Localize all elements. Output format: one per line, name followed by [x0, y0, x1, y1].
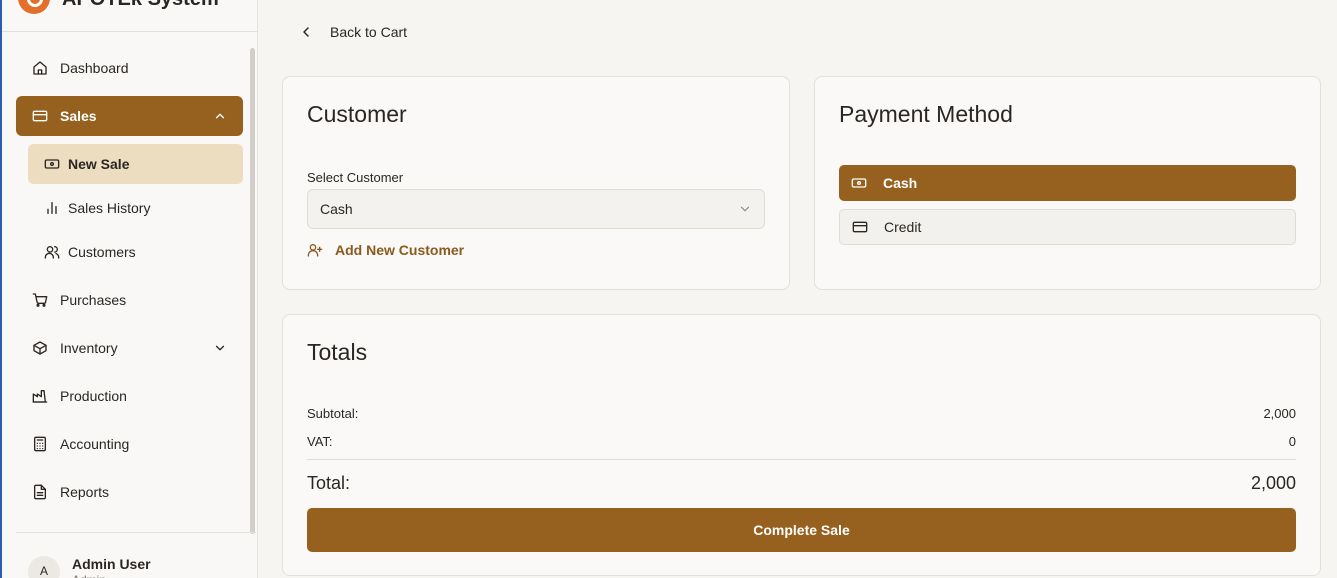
vat-value: 0 [1288, 434, 1296, 449]
banknote-icon [44, 159, 60, 169]
back-to-cart-link[interactable]: Back to Cart [298, 22, 407, 42]
divider [307, 459, 1296, 460]
customer-select-value: Cash [320, 201, 353, 217]
sidebar-subitem-label: Sales History [68, 200, 151, 216]
credit-card-icon [32, 110, 48, 122]
sidebar-item-purchases[interactable]: Purchases [16, 280, 243, 320]
chevron-down-icon [740, 206, 750, 212]
payment-cash-label: Cash [883, 175, 918, 191]
payment-credit-label: Credit [884, 219, 922, 235]
subtotal-value: 2,000 [1263, 406, 1296, 421]
sidebar-item-production[interactable]: Production [16, 376, 243, 416]
sidebar-item-label: Production [60, 388, 127, 404]
vat-label: VAT: [307, 434, 333, 449]
users-icon [44, 246, 60, 259]
home-icon [33, 61, 47, 75]
customer-card-title: Customer [307, 101, 407, 127]
total-value: 2,000 [1250, 473, 1296, 493]
factory-icon [32, 390, 48, 403]
payment-method-card: Payment Method Cash Credit [814, 76, 1321, 290]
customer-select[interactable]: Cash [307, 189, 765, 229]
chevron-up-icon[interactable] [213, 109, 227, 123]
vat-row: VAT: 0 [307, 434, 1296, 449]
add-new-customer-button[interactable]: Add New Customer [307, 242, 464, 258]
sidebar-subitem-sales-history[interactable]: Sales History [28, 188, 243, 228]
sidebar-item-inventory[interactable]: Inventory [16, 328, 243, 368]
sidebar-item-accounting[interactable]: Accounting [16, 424, 243, 464]
payment-cash-button[interactable]: Cash [839, 165, 1296, 201]
sidebar-item-dashboard[interactable]: Dashboard [16, 48, 243, 88]
package-icon [33, 341, 47, 355]
sidebar-subitem-customers[interactable]: Customers [28, 232, 243, 272]
sidebar-item-reports[interactable]: Reports [16, 472, 243, 512]
back-to-cart-label: Back to Cart [330, 24, 408, 40]
sidebar-item-label: Purchases [60, 292, 127, 308]
sidebar-subitem-label: New Sale [68, 156, 130, 172]
brand-header: APOTEk System [2, 0, 258, 32]
app-name: APOTEk System [62, 0, 219, 11]
total-label: Total: [307, 473, 351, 493]
customer-card: Customer Select Customer Cash Add New Cu… [282, 76, 790, 290]
subtotal-label: Subtotal: [307, 406, 359, 421]
divider [16, 532, 256, 533]
payment-method-title: Payment Method [839, 101, 1013, 127]
sidebar-subitem-new-sale[interactable]: New Sale [28, 144, 243, 184]
credit-card-icon [852, 221, 868, 233]
complete-sale-button[interactable]: Complete Sale [307, 508, 1296, 552]
user-role: Admin [72, 573, 106, 578]
sidebar-item-sales[interactable]: Sales [16, 96, 243, 136]
bar-chart-icon [47, 202, 57, 214]
total-row: Total: 2,000 [307, 473, 1296, 494]
calculator-icon [34, 436, 46, 452]
subtotal-row: Subtotal: 2,000 [307, 406, 1296, 421]
banknote-icon [851, 178, 867, 188]
sidebar-item-label: Inventory [60, 340, 118, 356]
sidebar: APOTEk System Dashboard Sales New Sale S… [0, 0, 258, 578]
avatar[interactable]: A [28, 556, 60, 578]
user-name: Admin User [72, 556, 151, 572]
sidebar-item-label: Reports [60, 484, 110, 500]
user-plus-icon [307, 244, 323, 257]
shopping-cart-icon [32, 293, 48, 307]
add-new-customer-label: Add New Customer [335, 242, 465, 258]
sidebar-subitem-label: Customers [68, 244, 136, 260]
sidebar-scrollbar[interactable] [250, 48, 255, 534]
app-logo-icon [18, 0, 50, 14]
sidebar-item-label: Sales [60, 108, 97, 124]
sidebar-item-label: Dashboard [60, 60, 129, 76]
chevron-down-icon[interactable] [213, 341, 227, 355]
avatar-initial: A [39, 564, 48, 578]
select-customer-label: Select Customer [307, 170, 404, 185]
totals-card: Totals Subtotal: 2,000 VAT: 0 Total: 2,0… [282, 314, 1321, 576]
chevron-left-icon [303, 27, 309, 37]
payment-credit-button[interactable]: Credit [839, 209, 1296, 245]
file-text-icon [34, 484, 46, 500]
sidebar-item-label: Accounting [60, 436, 130, 452]
totals-title: Totals [307, 339, 368, 365]
